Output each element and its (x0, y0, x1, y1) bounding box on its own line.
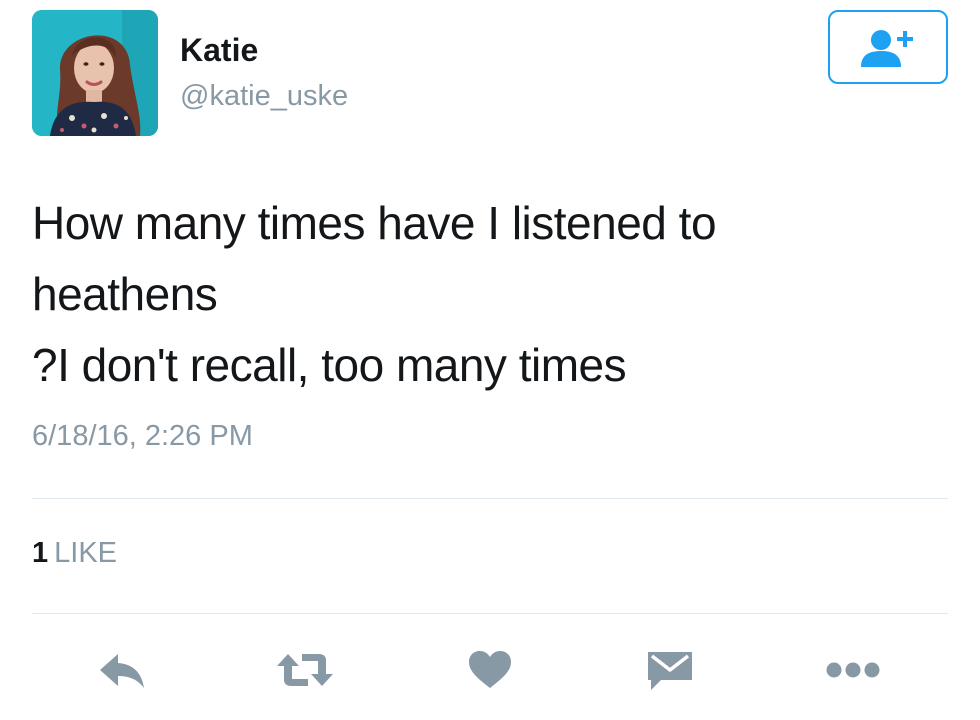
more-dots-icon (826, 662, 880, 678)
like-label: LIKE (54, 537, 118, 569)
direct-message-button[interactable] (635, 640, 705, 700)
tweet-text-line: ?I don't recall, too many times (32, 339, 627, 391)
retweet-button[interactable] (270, 640, 340, 700)
reply-icon (100, 654, 144, 688)
retweet-icon (277, 654, 333, 686)
tweet-text-line: heathens (32, 268, 218, 320)
tweet-text-line: How many times have I listened to (32, 197, 717, 249)
tweet-card: Katie @katie_uske How many times have I … (0, 0, 980, 720)
divider (32, 498, 948, 499)
user-name[interactable]: Katie (180, 32, 258, 69)
heart-icon (469, 651, 511, 688)
tweet-actions (0, 640, 980, 700)
follow-button[interactable] (828, 10, 948, 84)
tweet-header: Katie @katie_uske (32, 10, 948, 136)
more-button[interactable] (818, 640, 888, 700)
reply-button[interactable] (88, 640, 158, 700)
avatar[interactable] (32, 10, 158, 136)
envelope-icon (648, 652, 692, 690)
tweet-timestamp: 6/18/16, 2:26 PM (32, 420, 253, 452)
tweet-stats[interactable]: 1 LIKE (32, 537, 117, 570)
divider (32, 613, 948, 614)
user-handle[interactable]: @katie_uske (180, 80, 348, 113)
add-user-icon (861, 30, 913, 67)
like-count: 1 (32, 537, 49, 569)
tweet-text: How many times have I listened to heathe… (32, 188, 932, 401)
like-button[interactable] (455, 640, 525, 700)
avatar-image (32, 10, 158, 136)
